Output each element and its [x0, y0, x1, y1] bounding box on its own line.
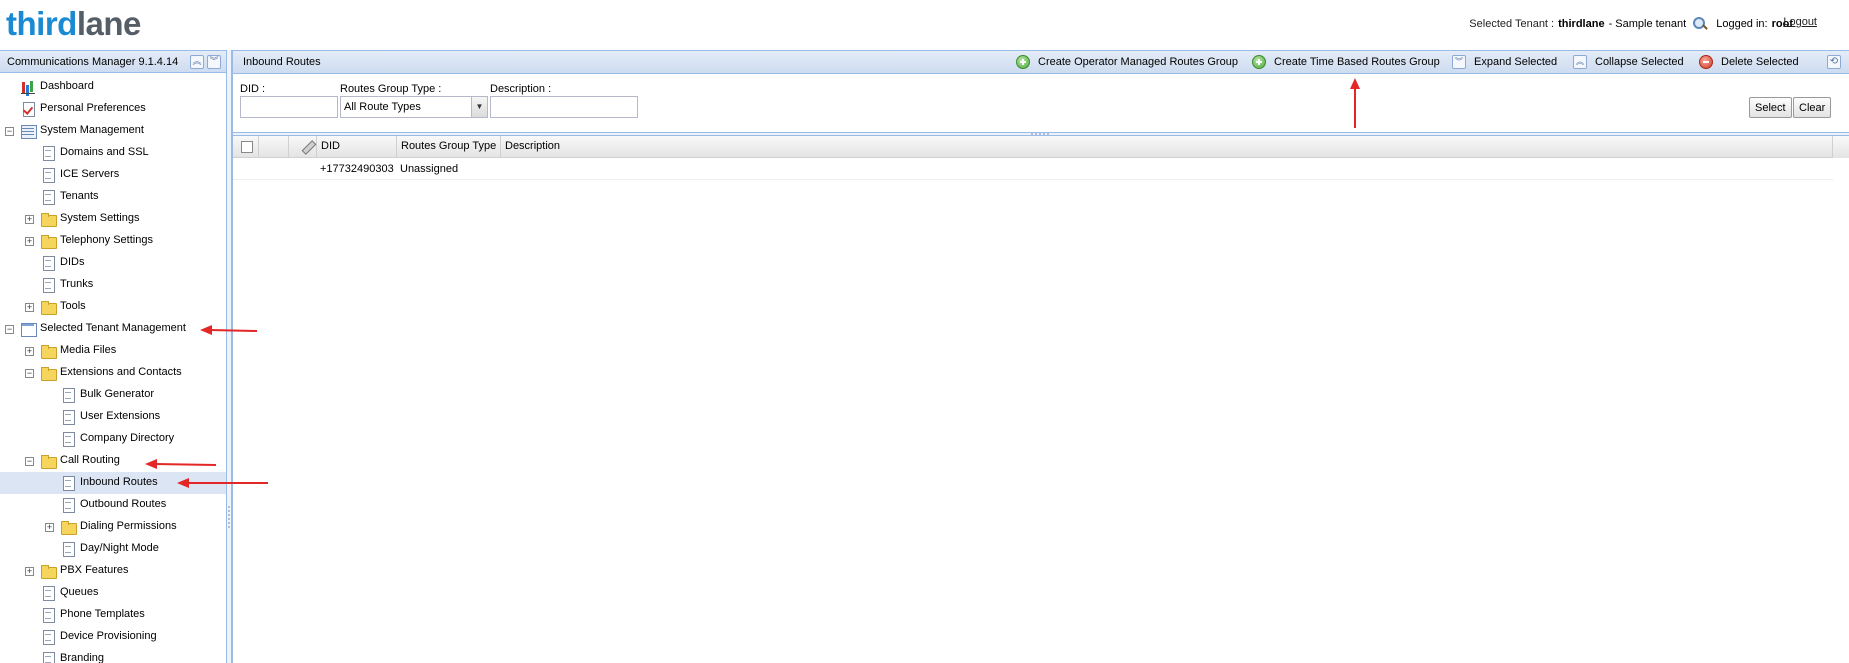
annotation-arrows	[145, 78, 1360, 488]
arrow-to-selected-tenant-management	[200, 325, 258, 335]
arrow-to-create-time-based	[1350, 78, 1360, 128]
arrow-to-call-routing	[145, 459, 217, 469]
arrow-to-inbound-routes	[177, 478, 268, 488]
